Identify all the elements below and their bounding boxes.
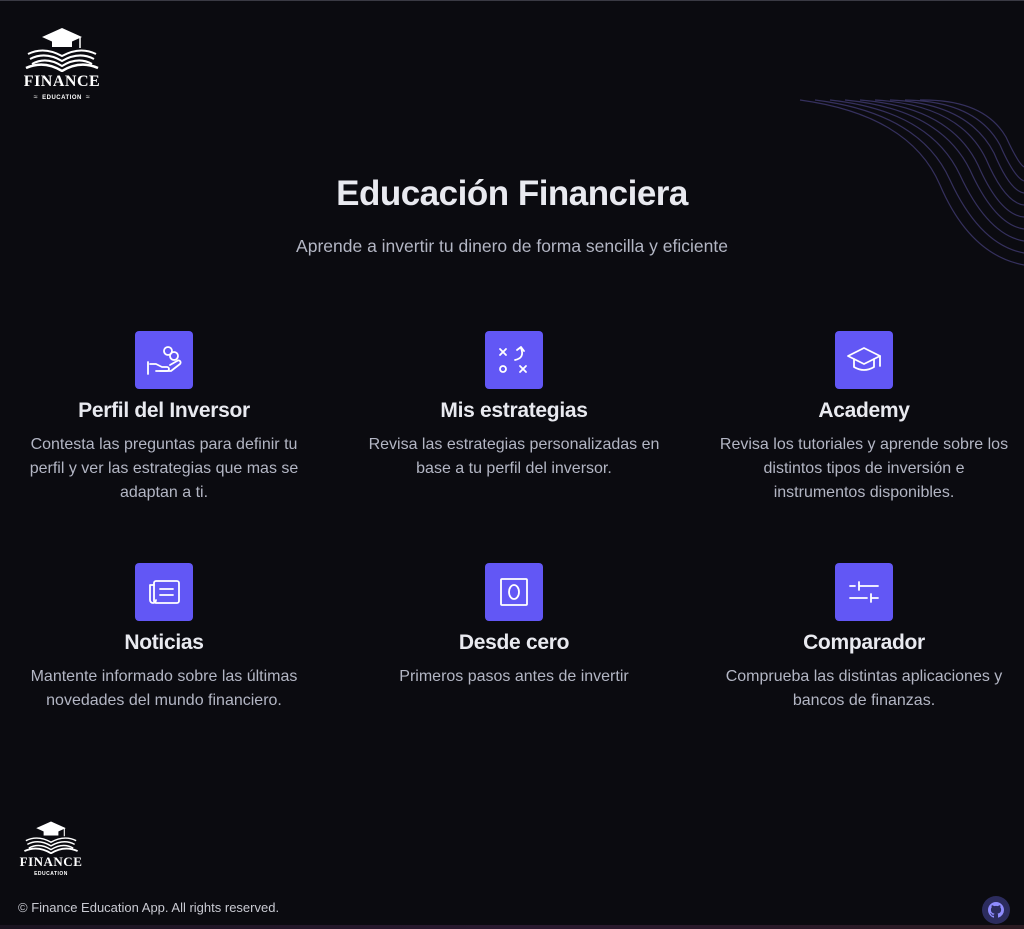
feature-perfil-inversor[interactable]: Perfil del Inversor Contesta las pregunt… — [0, 331, 329, 505]
feature-icon-box — [485, 563, 543, 621]
feature-academy[interactable]: Academy Revisa los tutoriales y aprende … — [699, 331, 1024, 505]
footer-logo[interactable]: FINANCE EDUCATION — [20, 820, 82, 877]
graduation-book-logo-icon — [24, 821, 78, 854]
bottom-gradient-bar — [0, 925, 1024, 929]
feature-comparador[interactable]: Comparador Comprueba las distintas aplic… — [699, 563, 1024, 713]
feature-mis-estrategias[interactable]: Mis estrategias Revisa las estrategias p… — [349, 331, 679, 481]
logo-wordmark: FINANCE — [23, 73, 101, 90]
feature-title: Academy — [818, 399, 910, 422]
zero-icon — [500, 578, 528, 606]
logo-subtitle-row: EDUCATION — [34, 871, 68, 877]
newspaper-icon — [149, 580, 180, 604]
logo-subtitle: EDUCATION — [34, 871, 68, 877]
github-icon — [988, 902, 1004, 918]
laurel-left-icon: ≈ — [33, 94, 39, 101]
feature-description: Primeros pasos antes de invertir — [399, 668, 629, 685]
feature-icon-box — [485, 331, 543, 389]
feature-description: Mantente informado sobre las últimas nov… — [30, 668, 298, 709]
feature-desde-cero[interactable]: Desde cero Primeros pasos antes de inver… — [349, 563, 679, 689]
feature-icon-box — [135, 331, 193, 389]
github-button[interactable] — [982, 896, 1010, 924]
feature-title: Desde cero — [458, 631, 570, 654]
page-title: Educación Financiera — [336, 174, 688, 213]
feature-title: Noticias — [124, 631, 204, 654]
graduation-book-logo-icon — [25, 28, 99, 72]
strategy-play-icon — [499, 346, 527, 373]
top-border — [0, 0, 1024, 1]
laurel-right-icon: ≈ — [85, 94, 91, 101]
graduation-cap-icon — [847, 347, 881, 371]
feature-description: Revisa las estrategias personalizadas en… — [368, 436, 660, 477]
feature-description: Contesta las preguntas para definir tu p… — [29, 436, 299, 501]
brand-logo[interactable]: FINANCE ≈ EDUCATION ≈ — [22, 26, 102, 101]
feature-title: Mis estrategias — [440, 399, 588, 422]
feature-description: Revisa los tutoriales y aprende sobre lo… — [719, 436, 1009, 501]
feature-noticias[interactable]: Noticias Mantente informado sobre las úl… — [0, 563, 329, 713]
feature-title: Comparador — [803, 631, 925, 654]
hand-coins-icon — [147, 346, 182, 375]
sliders-icon — [849, 581, 879, 603]
feature-title: Perfil del Inversor — [78, 399, 250, 422]
footer-copyright: © Finance Education App. All rights rese… — [18, 900, 280, 915]
logo-subtitle-row: ≈ EDUCATION ≈ — [34, 94, 90, 101]
logo-wordmark: FINANCE — [19, 854, 83, 869]
page-subtitle: Aprende a invertir tu dinero de forma se… — [296, 236, 728, 256]
logo-subtitle: EDUCATION — [42, 94, 82, 101]
feature-icon-box — [135, 563, 193, 621]
feature-description: Comprueba las distintas aplicaciones y b… — [725, 668, 1003, 709]
feature-icon-box — [835, 563, 893, 621]
feature-icon-box — [835, 331, 893, 389]
